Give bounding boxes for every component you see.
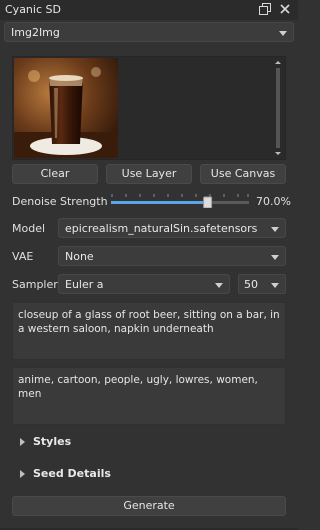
- chevron-down-icon: [271, 227, 279, 232]
- expand-arrow-icon: [20, 470, 25, 478]
- preview-scrollbar[interactable]: [272, 58, 284, 158]
- steps-value: 50: [244, 278, 258, 291]
- sampler-dropdown-value: Euler a: [65, 278, 104, 291]
- seed-section-label: Seed Details: [33, 467, 111, 480]
- vae-label: VAE: [12, 250, 34, 263]
- styles-section-label: Styles: [33, 435, 72, 448]
- negative-prompt-input[interactable]: anime, cartoon, people, ugly, lowres, wo…: [12, 367, 286, 425]
- sampler-label: Sampler: [12, 278, 58, 291]
- denoise-label: Denoise Strength: [12, 195, 108, 208]
- denoise-value: 70.0%: [256, 195, 291, 208]
- vae-dropdown-value: None: [65, 250, 94, 263]
- slider-ticks: [111, 194, 249, 197]
- mode-dropdown[interactable]: Img2Img: [4, 22, 294, 42]
- denoise-slider[interactable]: [110, 192, 250, 209]
- chevron-down-icon[interactable]: [271, 283, 279, 288]
- image-thumbnail: [14, 58, 118, 158]
- use-canvas-button[interactable]: Use Canvas: [200, 164, 286, 184]
- vae-dropdown[interactable]: None: [58, 246, 286, 266]
- mode-dropdown-value: Img2Img: [11, 26, 60, 39]
- expand-arrow-icon: [20, 438, 25, 446]
- generate-button[interactable]: Generate: [12, 496, 286, 516]
- use-layer-button[interactable]: Use Layer: [106, 164, 192, 184]
- styles-section-toggle[interactable]: Styles: [20, 435, 71, 448]
- model-dropdown-value: epicrealism_naturalSin.safetensors: [65, 222, 258, 235]
- chevron-down-icon: [215, 283, 223, 288]
- chevron-down-icon: [279, 31, 287, 36]
- float-window-icon[interactable]: [258, 3, 272, 17]
- model-label: Model: [12, 222, 46, 235]
- window-title: Cyanic SD: [5, 3, 61, 16]
- positive-prompt-input[interactable]: closeup of a glass of root beer, sitting…: [12, 302, 286, 360]
- clear-button[interactable]: Clear: [12, 164, 98, 184]
- sampler-dropdown[interactable]: Euler a: [58, 274, 230, 294]
- close-icon[interactable]: [278, 3, 292, 17]
- chevron-down-icon: [271, 255, 279, 260]
- model-dropdown[interactable]: epicrealism_naturalSin.safetensors: [58, 218, 286, 238]
- steps-spinbox[interactable]: 50: [238, 274, 286, 294]
- seed-section-toggle[interactable]: Seed Details: [20, 467, 111, 480]
